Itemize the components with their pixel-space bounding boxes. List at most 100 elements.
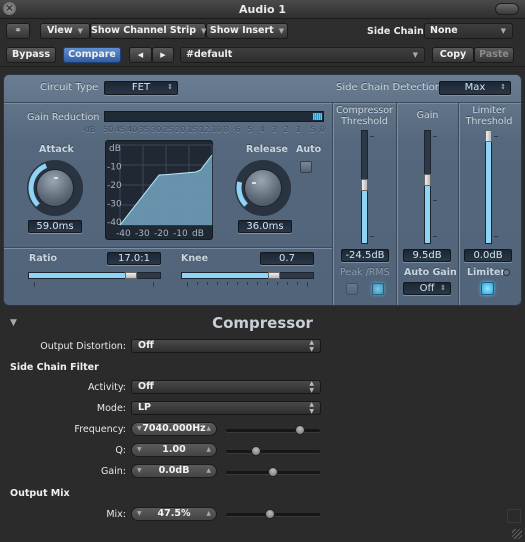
filter-gain-stepper[interactable]: ▼ 0.0dB ▲ xyxy=(131,464,217,478)
knee-slider[interactable] xyxy=(181,272,314,279)
auto-release-button[interactable] xyxy=(300,161,312,173)
up-down-icon: ⇕ xyxy=(500,83,506,91)
link-button[interactable]: ⚭ xyxy=(6,23,30,39)
q-stepper[interactable]: ▼ 1.00 ▲ xyxy=(131,443,217,457)
toolbar-presets: Bypass Compare ◀ ▶ #default ▼ Copy Paste xyxy=(0,43,525,67)
compressor-threshold-value[interactable]: -24.5dB xyxy=(341,249,389,262)
mix-stepper[interactable]: ▼ 47.5% ▲ xyxy=(131,507,217,521)
tick xyxy=(370,236,374,237)
link-icon: ⚭ xyxy=(14,26,22,36)
toolbar-toggle-button[interactable] xyxy=(495,3,519,15)
side-chain-detection-label: Side Chain Detection xyxy=(336,82,442,93)
tick xyxy=(207,282,208,285)
decrement-icon[interactable]: ▼ xyxy=(137,444,142,456)
mix-slider[interactable] xyxy=(226,509,320,519)
knee-value[interactable]: 0.7 xyxy=(260,252,314,265)
y-axis-label: -20 xyxy=(107,181,122,191)
preset-menu[interactable]: #default ▼ xyxy=(180,47,425,63)
tick xyxy=(257,282,258,285)
compression-curve-graph: dB -10 -20 -30 -40 -40 -30 -20 -10 dB xyxy=(105,140,213,240)
show-insert-label: Show Insert xyxy=(209,25,274,36)
show-channel-strip-menu[interactable]: Show Channel Strip ▼ xyxy=(90,23,206,39)
knee-label: Knee xyxy=(181,253,209,264)
gain-value[interactable]: 9.5dB xyxy=(403,249,451,262)
slider-thumb[interactable] xyxy=(424,174,431,187)
slider-thumb[interactable] xyxy=(251,446,262,456)
extended-section-title: Compressor xyxy=(212,314,313,332)
limiter-threshold-slider[interactable] xyxy=(485,130,492,244)
decrement-icon[interactable]: ▼ xyxy=(137,423,142,435)
view-menu[interactable]: View ▼ xyxy=(40,23,90,39)
output-distortion-select[interactable]: Off ▲ ▼ xyxy=(131,339,321,353)
frequency-stepper[interactable]: ▼ 7040.000Hz ▲ xyxy=(131,422,217,436)
compressor-threshold-slider[interactable] xyxy=(361,130,368,244)
compare-button[interactable]: Compare xyxy=(63,47,121,63)
slider-thumb[interactable] xyxy=(294,425,305,435)
scale-tick-label: 15 xyxy=(187,125,198,134)
divider xyxy=(332,103,333,305)
gain-slider[interactable] xyxy=(424,130,431,244)
decrement-icon[interactable]: ▼ xyxy=(137,465,142,477)
bypass-button[interactable]: Bypass xyxy=(6,47,56,63)
decrement-icon[interactable]: ▼ xyxy=(137,508,142,520)
divider xyxy=(396,103,397,305)
resize-grip-icon[interactable] xyxy=(512,529,522,539)
output-mix-header: Output Mix xyxy=(10,488,70,499)
ratio-label: Ratio xyxy=(29,253,58,264)
release-value[interactable]: 36.0ms xyxy=(238,220,292,233)
filter-gain-slider[interactable] xyxy=(226,467,320,477)
increment-icon[interactable]: ▲ xyxy=(206,423,211,435)
q-slider[interactable] xyxy=(226,446,320,456)
slider-thumb[interactable] xyxy=(265,509,276,519)
frequency-slider[interactable] xyxy=(226,425,320,435)
previous-preset-button[interactable]: ◀ xyxy=(129,47,152,63)
y-axis-label: -10 xyxy=(107,163,122,173)
auto-gain-select[interactable]: Off ⇕ xyxy=(403,282,451,295)
next-preset-button[interactable]: ▶ xyxy=(152,47,174,63)
release-knob[interactable] xyxy=(235,160,291,216)
increment-icon[interactable]: ▲ xyxy=(206,444,211,456)
chevron-down-icon: ▼ xyxy=(278,27,285,35)
scale-tick-label: -dB xyxy=(82,125,96,134)
view-label: View xyxy=(46,25,73,36)
slider-thumb[interactable] xyxy=(361,178,368,191)
x-axis-label: -10 xyxy=(173,229,188,239)
side-chain-select[interactable]: None ▼ xyxy=(424,23,513,39)
circuit-type-select[interactable]: FET ⇕ xyxy=(104,81,178,95)
attack-knob[interactable] xyxy=(27,160,83,216)
rms-button[interactable] xyxy=(372,283,384,295)
increment-icon[interactable]: ▲ xyxy=(206,465,211,477)
ratio-slider[interactable] xyxy=(28,272,161,279)
slider-thumb[interactable] xyxy=(125,272,138,279)
paste-button[interactable]: Paste xyxy=(474,47,514,63)
scale-tick-label: 1 xyxy=(295,125,301,134)
y-axis-label: dB xyxy=(109,144,121,154)
tick xyxy=(433,236,437,237)
mode-label: Mode: xyxy=(96,403,126,414)
show-insert-menu[interactable]: Show Insert ▼ xyxy=(206,23,288,39)
mode-value: LP xyxy=(138,402,152,413)
limiter-threshold-value[interactable]: 0.0dB xyxy=(464,249,512,262)
q-value: 1.00 xyxy=(162,444,186,455)
tick xyxy=(187,282,188,287)
copy-button[interactable]: Copy xyxy=(432,47,474,63)
mode-select[interactable]: LP ▲ ▼ xyxy=(131,401,321,415)
attack-value[interactable]: 59.0ms xyxy=(28,220,82,233)
tick xyxy=(237,282,238,285)
slider-thumb[interactable] xyxy=(485,130,492,142)
arrow-left-icon: ◀ xyxy=(137,51,144,59)
up-down-icon: ▲ ▼ xyxy=(309,401,314,415)
peak-button[interactable] xyxy=(346,283,358,295)
scale-tick-label: 5 xyxy=(247,125,253,134)
slider-thumb[interactable] xyxy=(268,467,278,477)
activity-select[interactable]: Off ▲ ▼ xyxy=(131,380,321,394)
scale-tick-label: 25 xyxy=(163,125,174,134)
limiter-button[interactable] xyxy=(481,282,494,295)
ratio-value[interactable]: 17.0:1 xyxy=(107,252,161,265)
scale-tick-label: 35 xyxy=(139,125,150,134)
side-chain-detection-select[interactable]: Max ⇕ xyxy=(439,81,511,95)
tick xyxy=(267,282,268,285)
slider-thumb[interactable] xyxy=(267,272,280,279)
gain-label: Gain xyxy=(416,110,439,121)
increment-icon[interactable]: ▲ xyxy=(206,508,211,520)
